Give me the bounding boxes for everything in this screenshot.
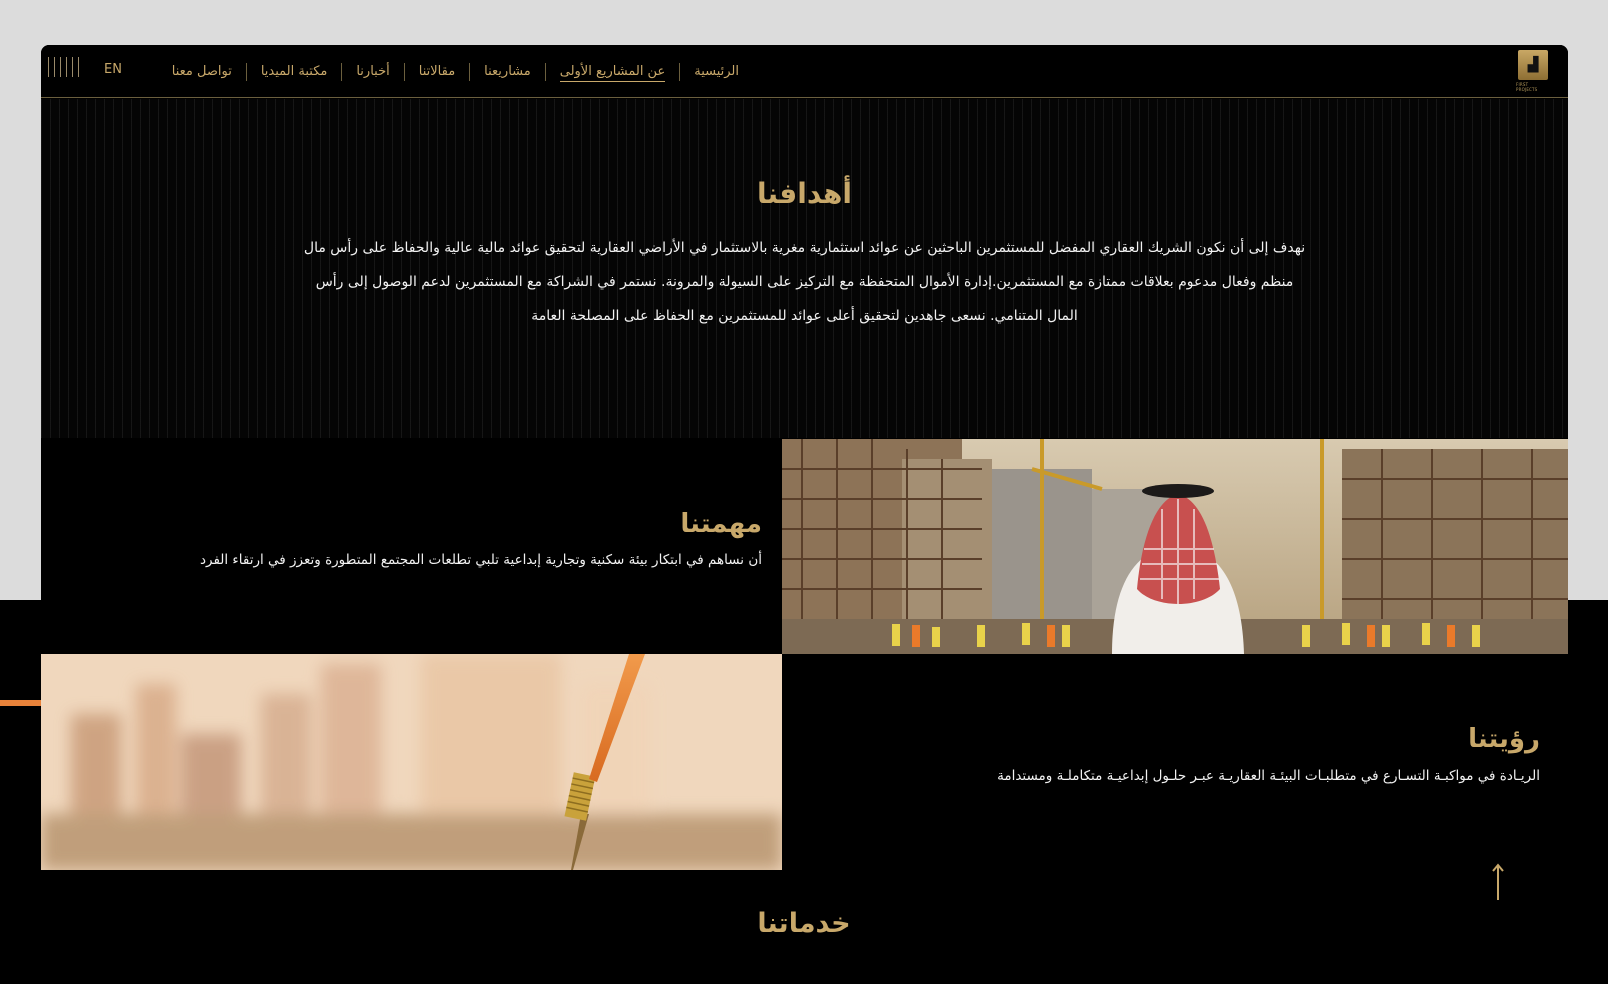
navbar: ▟ FIRST PROJECTS الرئيسية عن المشاريع ال… — [41, 45, 1568, 98]
nav-item-articles[interactable]: مقالاتنا — [403, 62, 469, 81]
goals-title: أهدافنا — [756, 177, 853, 210]
city-pen-photo — [41, 654, 782, 870]
goals-text: نهدف إلى أن نكون الشريك العقاري المفضل ل… — [303, 240, 1306, 324]
nav-item-about[interactable]: عن المشاريع الأولى — [544, 62, 679, 82]
mission-title: مهمتنا — [680, 509, 762, 539]
construction-site-photo — [782, 439, 1568, 654]
goals-section: أهدافنا نهدف إلى أن نكون الشريك العقاري … — [41, 99, 1568, 438]
language-toggle[interactable]: EN — [104, 62, 122, 77]
nav-item-projects[interactable]: مشاريعنا — [469, 62, 545, 81]
nav-item-media-library[interactable]: مكتبة الميديا — [245, 62, 342, 81]
main-nav: الرئيسية عن المشاريع الأولى مشاريعنا مقا… — [158, 45, 753, 98]
vision-title: رؤيتنا — [1468, 724, 1540, 754]
vision-text: الريـادة في مواكبـة التسـارع في متطلبـات… — [997, 768, 1540, 784]
orange-accent-line — [0, 700, 41, 706]
nav-item-contact[interactable]: تواصل معنا — [158, 63, 246, 81]
menu-lines-icon[interactable] — [48, 57, 84, 77]
logo-mark-icon: ▟ — [1518, 50, 1548, 80]
logo-text: FIRST PROJECTS — [1516, 82, 1538, 92]
nav-item-home[interactable]: الرئيسية — [679, 62, 753, 81]
services-title: خدماتنا — [757, 908, 851, 939]
mission-section: مهمتنا أن نساهم في ابتكار بيئة سكنية وتج… — [41, 439, 782, 600]
up-arrow-icon[interactable] — [1489, 862, 1507, 900]
site-logo[interactable]: ▟ FIRST PROJECTS — [1516, 50, 1550, 92]
mission-text: أن نساهم في ابتكار بيئة سكنية وتجارية إب… — [199, 552, 762, 568]
nav-item-news[interactable]: أخبارنا — [341, 62, 403, 81]
